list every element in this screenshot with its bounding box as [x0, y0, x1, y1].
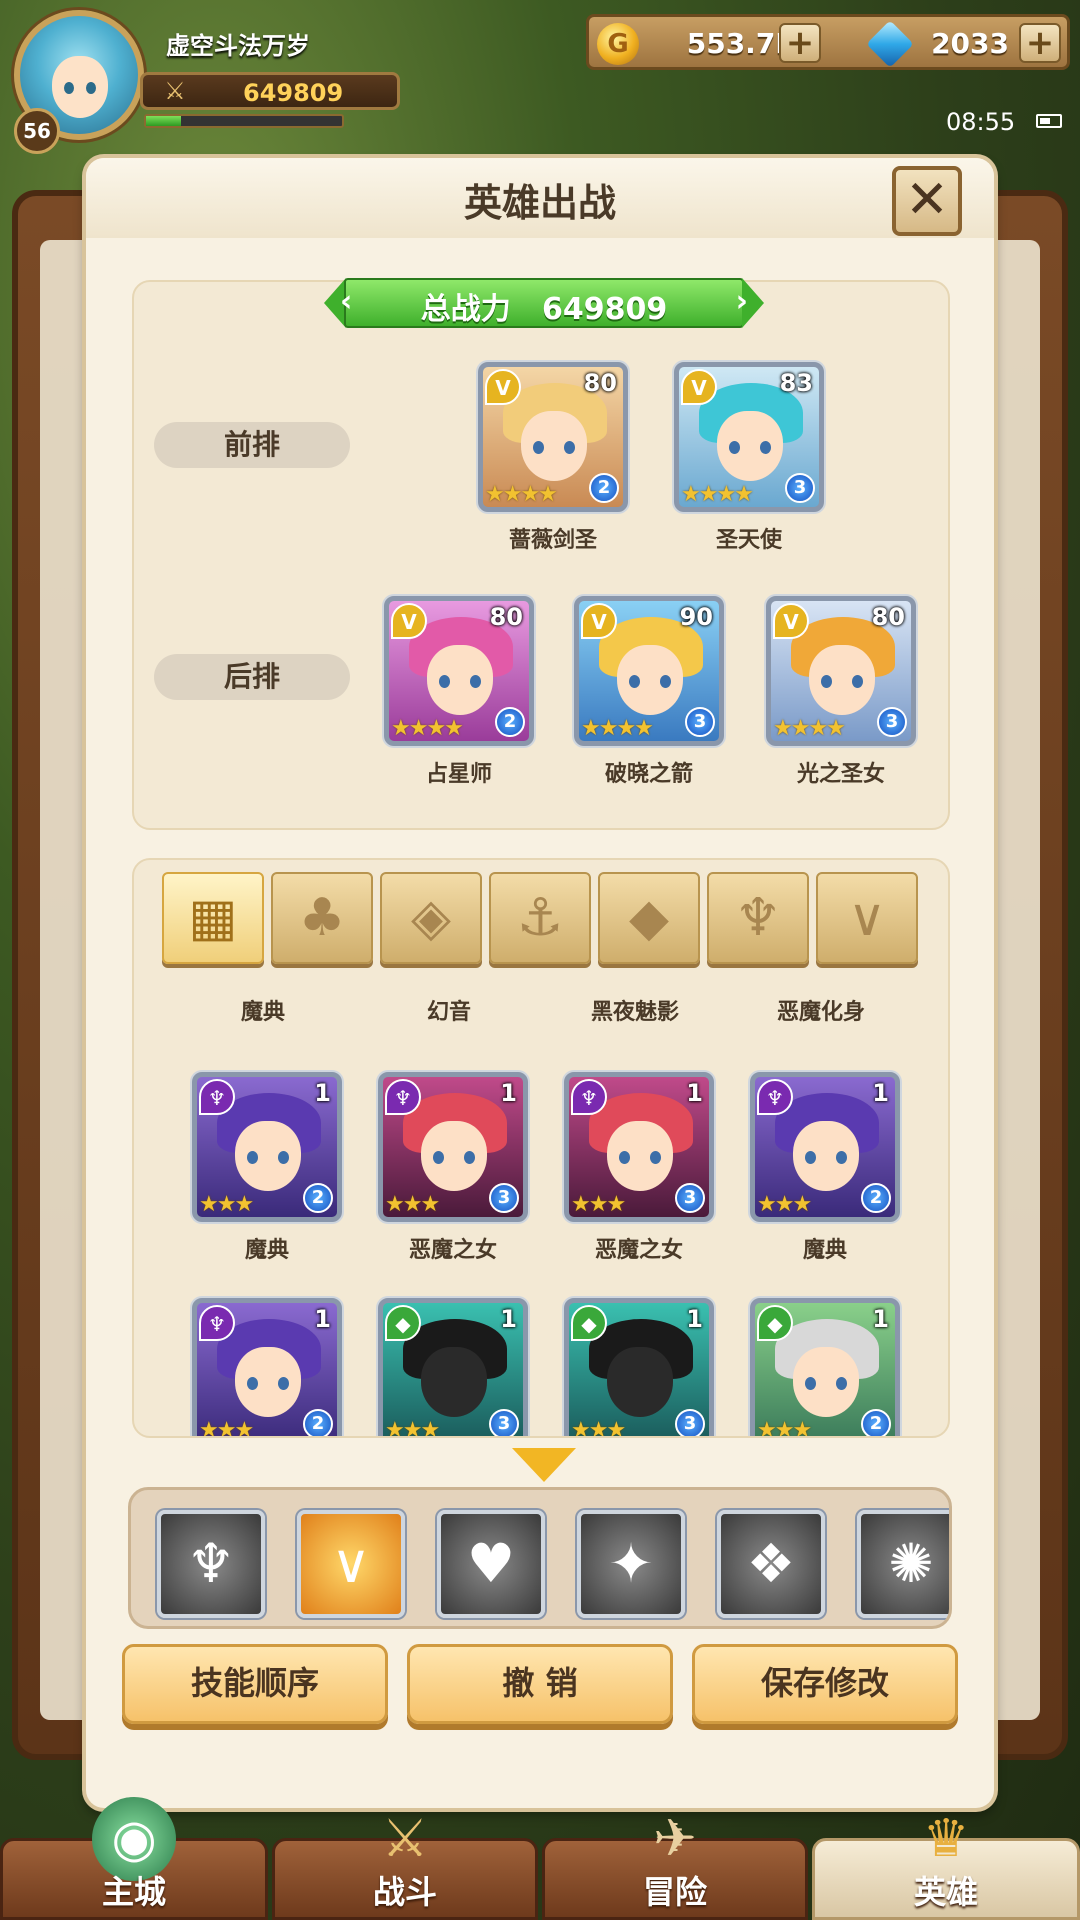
faction-label: 幻音 [426, 1000, 471, 1025]
player-level-badge: 56 [14, 108, 60, 154]
save-button[interactable]: 保存修改 [692, 1644, 958, 1724]
front-hero-card[interactable]: V 83 ★★★★ 3 圣天使 [674, 362, 824, 554]
class-badge-icon: V [485, 369, 521, 405]
class-badge-icon: ♆ [199, 1079, 235, 1115]
class-badge-icon: ♆ [757, 1079, 793, 1115]
total-power-label: 总战力 [420, 292, 511, 327]
hero-roster: ▦ ♣ ◈ ⚓ ◆ ♆ ∨ 魔典 幻音 黑夜魅影 恶魔化身 ♆ 1 ★★★ 2 … [132, 858, 950, 1438]
roster-hero-card[interactable]: ◆ 1 ★★★ 3 [378, 1298, 528, 1436]
class-badge-icon: ♆ [571, 1079, 607, 1115]
filter-faction-tab[interactable]: ♣ [271, 872, 373, 964]
panel-title: 英雄出战 [463, 181, 616, 225]
player-power-bar: ⚔ 649809 [140, 72, 400, 110]
class-badge-icon: V [581, 603, 617, 639]
nav-adventure[interactable]: ✈ 冒险 [542, 1809, 808, 1920]
nav-hero[interactable]: ♛ 英雄 [812, 1809, 1080, 1920]
filter-faction-tab[interactable]: ◆ [598, 872, 700, 964]
nav-city[interactable]: ◉ 主城 [0, 1797, 268, 1920]
hero-name: 占星师 [425, 762, 492, 787]
wings-icon: ∨ [847, 888, 887, 948]
demon-icon: ♆ [734, 888, 782, 948]
leaf-icon: ♣ [298, 888, 346, 948]
skill-bar: ♆ ∨ ♥ ✦ ❖ ✺ [128, 1487, 952, 1629]
roster-hero-card[interactable]: ♆ 1 ★★★ 3 恶魔之女 [378, 1072, 528, 1264]
demon-skill-icon[interactable]: ♆ [157, 1510, 265, 1618]
filter-faction-tab[interactable]: ♆ [707, 872, 809, 964]
roster-hero-card[interactable]: ♆ 1 ★★★ 3 恶魔之女 [564, 1072, 714, 1264]
add-gem-button[interactable]: + [1019, 23, 1061, 63]
filter-faction-tab[interactable]: ◈ [380, 872, 482, 964]
roster-hero-card[interactable]: ♆ 1 ★★★ 2 [192, 1298, 342, 1436]
back-hero-card[interactable]: V 90 ★★★★ 3 破晓之箭 [574, 596, 724, 788]
hero-name: 恶魔之女 [408, 1238, 497, 1263]
front-row-label: 前排 [154, 422, 350, 468]
roster-hero-card[interactable]: ◆ 1 ★★★ 2 [750, 1298, 900, 1436]
scroll-down-icon[interactable] [512, 1448, 576, 1482]
nav-battle[interactable]: ⚔ 战斗 [272, 1809, 538, 1920]
gold-resource: G 553.7K + 2033 + [586, 14, 1070, 70]
player-power-value: 649809 [243, 79, 344, 107]
battery-icon [1036, 114, 1062, 128]
clock: 08:55 [946, 108, 1016, 136]
coin-icon: G [597, 23, 639, 65]
heart-skill-icon[interactable]: ♥ [437, 1510, 545, 1618]
close-icon: ✕ [905, 170, 949, 230]
hero-name: 光之圣女 [796, 762, 885, 787]
hero-name: 圣天使 [715, 528, 782, 553]
gem-icon [866, 20, 914, 68]
hero-name: 破晓之箭 [604, 762, 693, 787]
class-badge-icon: ◆ [385, 1305, 421, 1341]
back-hero-card[interactable]: V 80 ★★★★ 2 占星师 [384, 596, 534, 788]
filter-all-tab[interactable]: ▦ [162, 872, 264, 964]
filter-faction-tab[interactable]: ⚓ [489, 872, 591, 964]
roster-hero-card[interactable]: ♆ 1 ★★★ 2 魔典 [750, 1072, 900, 1264]
gem-amount: 2033 [931, 27, 1009, 60]
filter-faction-tab[interactable]: ∨ [816, 872, 918, 964]
crossed-swords-icon: ⚔ [164, 77, 186, 105]
beast-icon: ◆ [629, 888, 669, 948]
back-hero-card[interactable]: V 80 ★★★★ 3 光之圣女 [766, 596, 916, 788]
add-gold-button[interactable]: + [779, 23, 821, 63]
faction-label: 魔典 [240, 1000, 285, 1025]
class-badge-icon: ◆ [571, 1305, 607, 1341]
hero-name: 蔷薇剑圣 [508, 528, 597, 553]
class-badge-icon: ◆ [757, 1305, 793, 1341]
class-badge-icon: V [391, 603, 427, 639]
class-badge-icon: ♆ [199, 1305, 235, 1341]
faction-label: 黑夜魅影 [590, 1000, 679, 1025]
wings-skill-icon[interactable]: ∨ [297, 1510, 405, 1618]
class-badge-icon: V [773, 603, 809, 639]
hero-name: 魔典 [802, 1238, 847, 1263]
front-hero-card[interactable]: V 80 ★★★★ 2 蔷薇剑圣 [478, 362, 628, 554]
class-badge-icon: ♆ [385, 1079, 421, 1115]
undo-button[interactable]: 撤 销 [407, 1644, 673, 1724]
hero-name: 魔典 [244, 1238, 289, 1263]
tree-skill-icon[interactable]: ✦ [577, 1510, 685, 1618]
hero-name: 恶魔之女 [594, 1238, 683, 1263]
total-power-banner: ‹ › 总战力 649809 [324, 278, 764, 328]
xp-bar [144, 114, 344, 128]
roster-hero-card[interactable]: ♆ 1 ★★★ 2 魔典 [192, 1072, 342, 1264]
light-skill-icon[interactable]: ✺ [857, 1510, 949, 1618]
grid-icon: ▦ [188, 888, 238, 948]
total-power-value: 649809 [542, 292, 668, 327]
player-name: 虚空斗法万岁 [166, 32, 310, 60]
diamond-icon: ◈ [411, 888, 451, 948]
anchor-icon: ⚓ [516, 888, 564, 948]
class-badge-icon: V [681, 369, 717, 405]
back-row-label: 后排 [154, 654, 350, 700]
wing-emblem-skill-icon[interactable]: ❖ [717, 1510, 825, 1618]
team-lineup: ‹ › 总战力 649809 前排 后排 V 80 ★★★★ 2 蔷薇剑圣 V … [132, 278, 950, 830]
close-button[interactable]: ✕ [892, 166, 962, 236]
skill-order-button[interactable]: 技能顺序 [122, 1644, 388, 1724]
roster-hero-card[interactable]: ◆ 1 ★★★ 3 [564, 1298, 714, 1436]
faction-label: 恶魔化身 [776, 1000, 865, 1025]
